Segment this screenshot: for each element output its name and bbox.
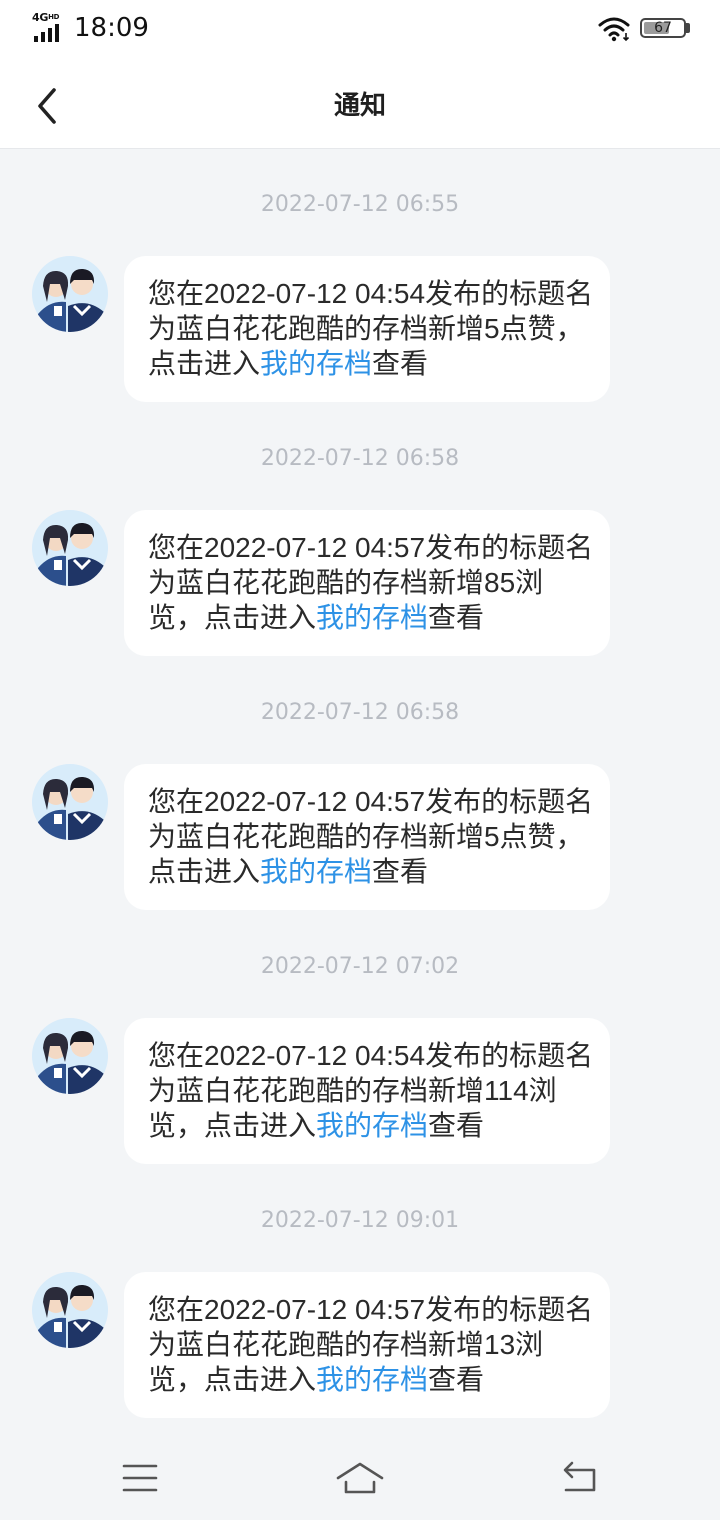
page-title: 通知 xyxy=(333,91,386,121)
battery-level-text: 67 xyxy=(654,20,672,36)
avatar-image xyxy=(32,1018,108,1094)
home-button[interactable] xyxy=(324,1450,396,1506)
notification-time: 2022-07-12 06:58 xyxy=(260,700,460,725)
my-archive-link[interactable]: 我的存档 xyxy=(316,1364,428,1395)
sender-avatar[interactable] xyxy=(32,764,108,840)
my-archive-link[interactable]: 我的存档 xyxy=(260,348,372,379)
avatar-image xyxy=(32,1272,108,1348)
notification-time: 2022-07-12 06:55 xyxy=(260,192,460,217)
signal-icon xyxy=(34,24,59,42)
top-bar: 4GHD 18:09 67 通知 xyxy=(0,0,720,149)
status-bar: 4GHD 18:09 67 xyxy=(0,0,720,56)
notification-message: 您在2022-07-12 04:54发布的标题名为蓝白花花跑酷的存档新增5点赞，… xyxy=(124,256,610,402)
sender-avatar[interactable] xyxy=(32,256,108,332)
return-button[interactable] xyxy=(544,1450,616,1506)
notification-list[interactable]: 2022-07-12 06:55 您在2022-07-12 04:54发布的标题… xyxy=(0,150,720,1430)
battery-icon: 67 xyxy=(640,18,686,38)
wifi-icon xyxy=(598,17,630,42)
message-suffix: 查看 xyxy=(428,1364,485,1395)
status-time: 18:09 xyxy=(74,13,149,43)
notification-message: 您在2022-07-12 04:54发布的标题名为蓝白花花跑酷的存档新增114浏… xyxy=(124,1018,610,1164)
notification-item: 2022-07-12 09:01 您在2022-07-12 04:57发布的标题… xyxy=(0,1166,720,1420)
sender-avatar[interactable] xyxy=(32,1272,108,1348)
notification-time: 2022-07-12 09:01 xyxy=(260,1208,460,1233)
sender-avatar[interactable] xyxy=(32,510,108,586)
notification-message: 您在2022-07-12 04:57发布的标题名为蓝白花花跑酷的存档新增13浏览… xyxy=(124,1272,610,1418)
notification-time: 2022-07-12 06:58 xyxy=(260,446,460,471)
avatar-image xyxy=(32,510,108,586)
avatar-image xyxy=(32,764,108,840)
menu-button[interactable] xyxy=(104,1450,176,1506)
my-archive-link[interactable]: 我的存档 xyxy=(316,602,428,633)
message-suffix: 查看 xyxy=(372,348,429,379)
menu-icon xyxy=(122,1464,158,1492)
message-suffix: 查看 xyxy=(428,602,485,633)
home-icon xyxy=(336,1462,384,1494)
system-nav-bar xyxy=(0,1430,720,1520)
sender-avatar[interactable] xyxy=(32,1018,108,1094)
battery-tip xyxy=(686,23,690,33)
notification-message: 您在2022-07-12 04:57发布的标题名为蓝白花花跑酷的存档新增85浏览… xyxy=(124,510,610,656)
notification-item: 2022-07-12 06:58 您在2022-07-12 04:57发布的标题… xyxy=(0,404,720,658)
notification-time: 2022-07-12 07:02 xyxy=(260,954,460,979)
notification-item: 2022-07-12 07:02 您在2022-07-12 04:54发布的标题… xyxy=(0,912,720,1166)
message-suffix: 查看 xyxy=(372,856,429,887)
notification-message: 您在2022-07-12 04:57发布的标题名为蓝白花花跑酷的存档新增5点赞，… xyxy=(124,764,610,910)
message-suffix: 查看 xyxy=(428,1110,485,1141)
my-archive-link[interactable]: 我的存档 xyxy=(316,1110,428,1141)
notification-item: 2022-07-12 06:55 您在2022-07-12 04:54发布的标题… xyxy=(0,150,720,404)
notification-item: 2022-07-12 06:58 您在2022-07-12 04:57发布的标题… xyxy=(0,658,720,912)
my-archive-link[interactable]: 我的存档 xyxy=(260,856,372,887)
avatar-image xyxy=(32,256,108,332)
return-icon xyxy=(563,1461,596,1492)
